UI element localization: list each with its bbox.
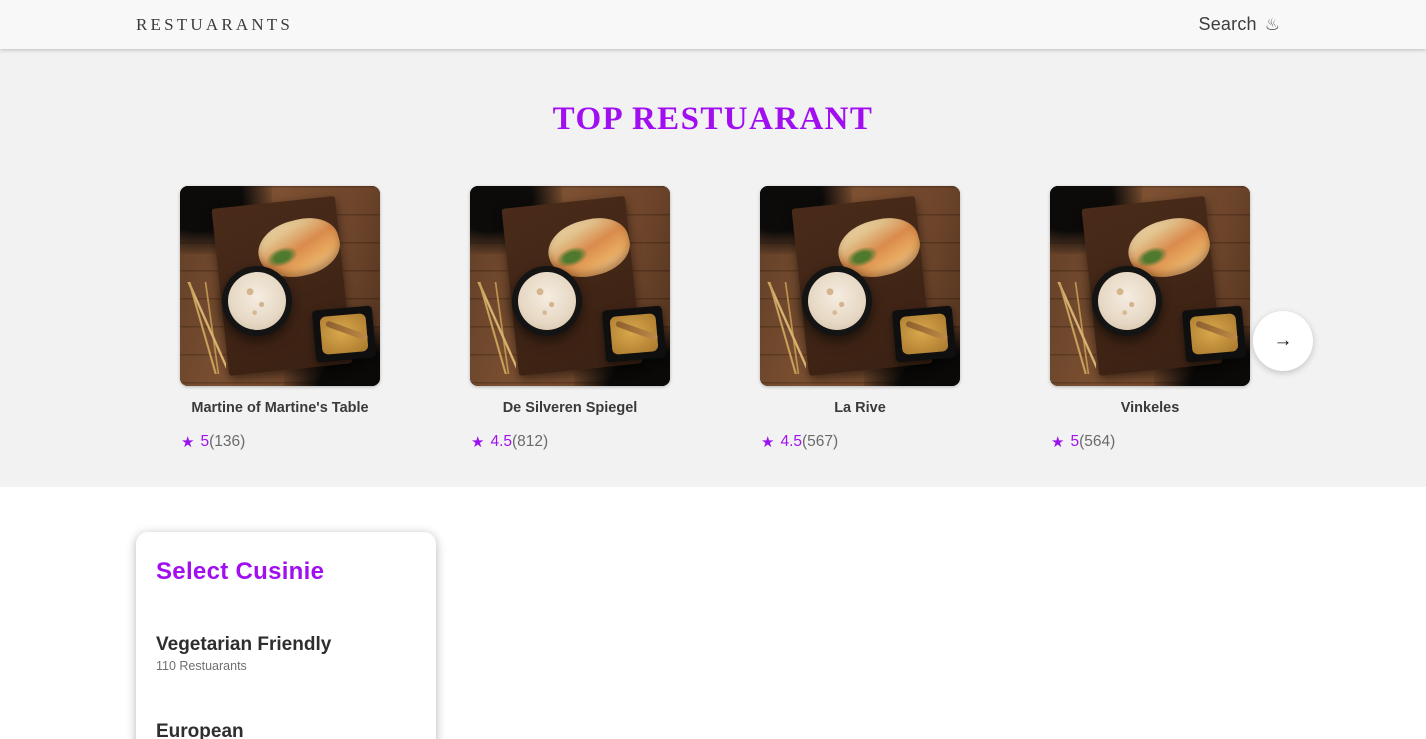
- cuisine-item-vegetarian-friendly[interactable]: Vegetarian Friendly 110 Restuarants: [156, 634, 416, 673]
- restaurant-card[interactable]: De Silveren Spiegel ★ 4.5 (812): [425, 186, 715, 451]
- restaurant-rating: ★ 5 (564): [1005, 433, 1295, 451]
- review-count: (812): [512, 433, 549, 450]
- cuisine-name: European: [156, 721, 244, 739]
- cuisine-item-european[interactable]: European: [156, 721, 416, 739]
- site-logo[interactable]: RESTUARANTS: [136, 15, 293, 35]
- rating-value: 4.5: [490, 433, 513, 450]
- review-count: (564): [1079, 433, 1116, 450]
- cuisine-name: Vegetarian Friendly: [156, 634, 332, 655]
- restaurant-name: La Rive: [834, 400, 886, 416]
- carousel-next-button[interactable]: →: [1253, 311, 1313, 371]
- restaurant-name: De Silveren Spiegel: [502, 400, 638, 416]
- review-count: (136): [209, 433, 246, 450]
- restaurant-rating: ★ 4.5 (812): [425, 433, 715, 451]
- restaurant-photo: [1050, 186, 1250, 386]
- restaurant-card[interactable]: La Rive ★ 4.5 (567): [715, 186, 1005, 451]
- rating-value: 4.5: [780, 433, 803, 450]
- star-icon: ★: [1051, 433, 1065, 451]
- restaurant-photo: [180, 186, 380, 386]
- restaurant-photo: [760, 186, 960, 386]
- site-header: RESTUARANTS Search ♨: [0, 0, 1426, 49]
- restaurant-rating: ★ 4.5 (567): [715, 433, 1005, 451]
- search-nav-button[interactable]: Search ♨: [1199, 14, 1280, 35]
- page-title: TOP RESTUARANT: [552, 101, 874, 137]
- search-nav-label: Search: [1198, 14, 1257, 34]
- review-count: (567): [802, 433, 839, 450]
- restaurant-card[interactable]: Vinkeles ★ 5 (564): [1005, 186, 1295, 451]
- restaurant-name: Martine of Martine's Table: [191, 400, 369, 416]
- top-restaurant-carousel: Martine of Martine's Table ★ 5 (136) De …: [0, 186, 1426, 451]
- cuisine-filter-panel: Select Cusinie Vegetarian Friendly 110 R…: [136, 532, 436, 739]
- steaming-bowl-icon: ♨: [1264, 15, 1280, 34]
- rating-value: 5: [200, 433, 210, 450]
- cuisine-count: 110 Restuarants: [156, 659, 247, 673]
- star-icon: ★: [761, 433, 775, 451]
- star-icon: ★: [471, 433, 485, 451]
- restaurant-rating: ★ 5 (136): [135, 433, 425, 451]
- restaurant-photo: [470, 186, 670, 386]
- star-icon: ★: [181, 433, 195, 451]
- restaurant-card[interactable]: Martine of Martine's Table ★ 5 (136): [135, 186, 425, 451]
- rating-value: 5: [1070, 433, 1080, 450]
- browse-section: Select Cusinie Vegetarian Friendly 110 R…: [0, 487, 1426, 739]
- arrow-right-icon: →: [1273, 330, 1293, 351]
- top-restaurant-section: TOP RESTUARANT Martine of Martine's Tabl…: [0, 49, 1426, 487]
- restaurant-name: Vinkeles: [1120, 400, 1180, 416]
- cuisine-panel-title: Select Cusinie: [156, 558, 325, 585]
